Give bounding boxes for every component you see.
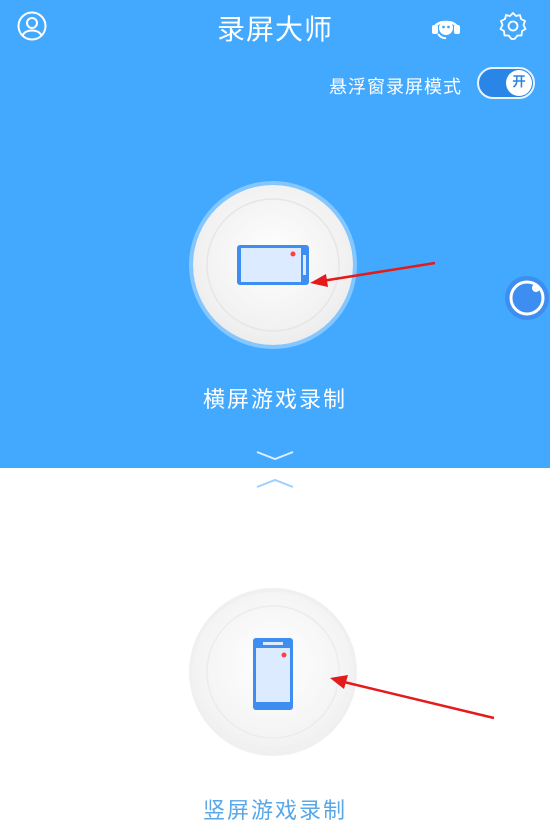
chevron-down-icon[interactable] [255, 449, 295, 463]
portrait-record-label: 竖屏游戏录制 [202, 799, 347, 824]
floating-mode-toggle[interactable]: 开 [477, 67, 535, 99]
floating-recorder-icon[interactable] [503, 272, 550, 324]
floating-mode-label: 悬浮窗录屏模式 [329, 77, 462, 98]
chevron-up-icon[interactable] [255, 476, 295, 490]
landscape-section: 录屏大师 悬浮窗录屏模式 开 横屏游戏录制 [0, 0, 550, 468]
headset-support-icon[interactable] [430, 12, 462, 42]
gear-icon[interactable] [497, 10, 529, 42]
annotation-arrow [310, 261, 436, 287]
annotation-arrow [330, 675, 495, 720]
page-title: 录屏大师 [216, 13, 333, 46]
landscape-record-label: 横屏游戏录制 [202, 388, 347, 413]
toggle-knob: 开 [506, 70, 532, 96]
